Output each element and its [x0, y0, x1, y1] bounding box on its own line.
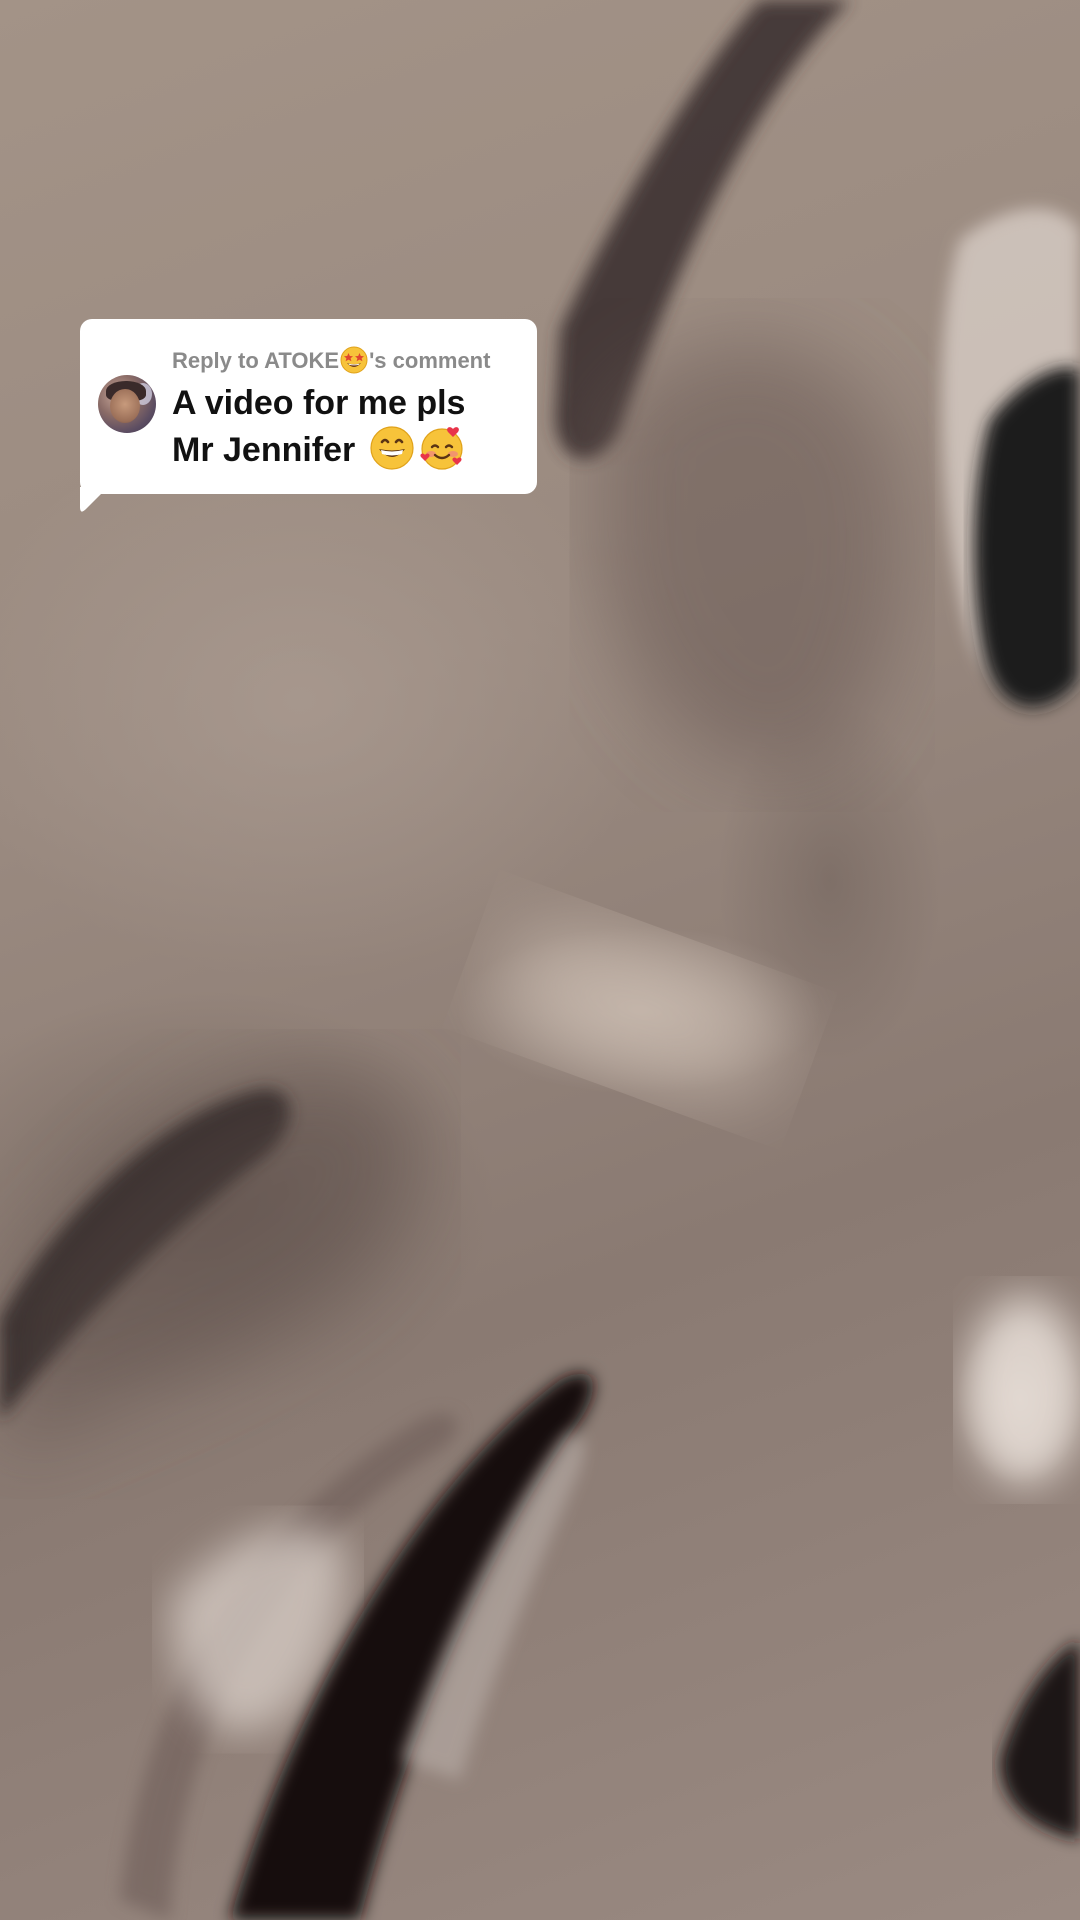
video-frame-image: [0, 0, 1080, 1920]
face-closeup-illustration: [0, 0, 1080, 1920]
reply-suffix: 's comment: [369, 348, 491, 373]
reply-header: Reply to ATOKE 's comment: [172, 346, 490, 375]
commenter-avatar[interactable]: [98, 375, 156, 433]
star-struck-emoji-icon: [340, 346, 368, 374]
reply-prefix: Reply to ATOKE: [172, 348, 340, 373]
speech-bubble-tail-icon: [80, 487, 108, 512]
comment-line-2: Mr Jennifer: [172, 431, 356, 469]
comment-line-2-wrapper: Mr Jennifer: [172, 425, 522, 472]
video-player[interactable]: Reply to ATOKE 's comment A video for me…: [0, 0, 1080, 1920]
reply-comment-text: A video for me pls Mr Jennifer: [172, 381, 522, 472]
comment-line-1: A video for me pls: [172, 384, 466, 422]
smiling-face-with-hearts-emoji-icon: [420, 427, 463, 470]
grinning-face-emoji-icon: [370, 426, 414, 470]
avatar-face-shape: [110, 389, 140, 423]
reply-comment-sticker[interactable]: Reply to ATOKE 's comment A video for me…: [80, 319, 537, 512]
